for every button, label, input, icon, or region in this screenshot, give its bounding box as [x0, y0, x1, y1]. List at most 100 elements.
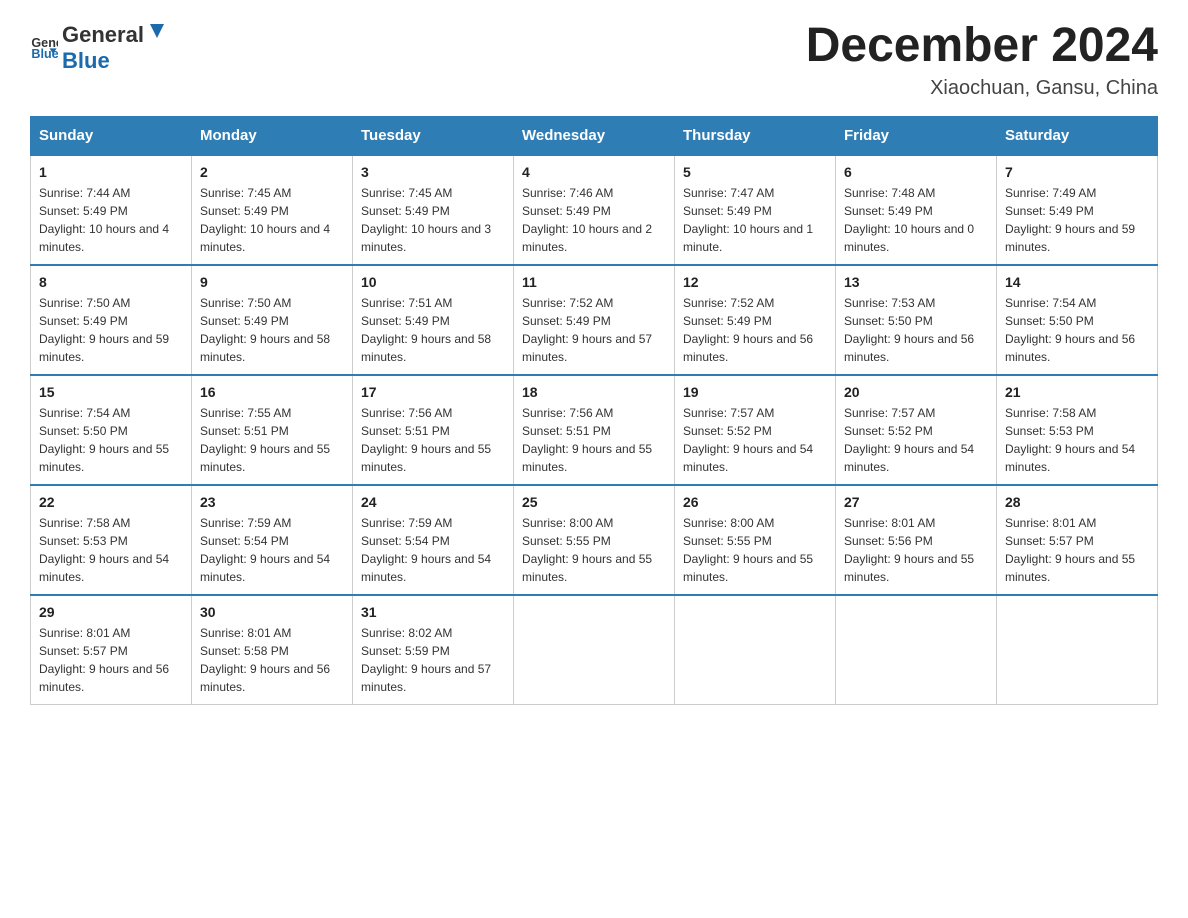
- calendar-cell: 14 Sunrise: 7:54 AMSunset: 5:50 PMDaylig…: [997, 265, 1158, 375]
- day-number: 5: [683, 164, 827, 180]
- day-number: 4: [522, 164, 666, 180]
- day-info: Sunrise: 7:44 AMSunset: 5:49 PMDaylight:…: [39, 186, 169, 254]
- col-header-tuesday: Tuesday: [353, 116, 514, 155]
- day-info: Sunrise: 7:50 AMSunset: 5:49 PMDaylight:…: [200, 296, 330, 364]
- day-number: 17: [361, 384, 505, 400]
- calendar-week-row: 8 Sunrise: 7:50 AMSunset: 5:49 PMDayligh…: [31, 265, 1158, 375]
- col-header-monday: Monday: [192, 116, 353, 155]
- calendar-cell: [514, 595, 675, 705]
- day-number: 8: [39, 274, 183, 290]
- calendar-table: SundayMondayTuesdayWednesdayThursdayFrid…: [30, 116, 1158, 706]
- calendar-cell: 27 Sunrise: 8:01 AMSunset: 5:56 PMDaylig…: [836, 485, 997, 595]
- day-number: 31: [361, 604, 505, 620]
- title-section: December 2024 Xiaochuan, Gansu, China: [806, 20, 1158, 100]
- calendar-cell: 17 Sunrise: 7:56 AMSunset: 5:51 PMDaylig…: [353, 375, 514, 485]
- day-info: Sunrise: 8:01 AMSunset: 5:56 PMDaylight:…: [844, 516, 974, 584]
- day-info: Sunrise: 7:58 AMSunset: 5:53 PMDaylight:…: [1005, 406, 1135, 474]
- day-info: Sunrise: 8:00 AMSunset: 5:55 PMDaylight:…: [522, 516, 652, 584]
- calendar-cell: 1 Sunrise: 7:44 AMSunset: 5:49 PMDayligh…: [31, 155, 192, 265]
- calendar-cell: 9 Sunrise: 7:50 AMSunset: 5:49 PMDayligh…: [192, 265, 353, 375]
- day-number: 18: [522, 384, 666, 400]
- day-number: 23: [200, 494, 344, 510]
- day-number: 10: [361, 274, 505, 290]
- day-number: 16: [200, 384, 344, 400]
- day-info: Sunrise: 7:52 AMSunset: 5:49 PMDaylight:…: [683, 296, 813, 364]
- day-number: 27: [844, 494, 988, 510]
- logo-icon: General Blue: [30, 33, 58, 61]
- day-info: Sunrise: 8:00 AMSunset: 5:55 PMDaylight:…: [683, 516, 813, 584]
- day-number: 26: [683, 494, 827, 510]
- day-info: Sunrise: 8:01 AMSunset: 5:57 PMDaylight:…: [39, 626, 169, 694]
- calendar-cell: 22 Sunrise: 7:58 AMSunset: 5:53 PMDaylig…: [31, 485, 192, 595]
- day-info: Sunrise: 7:50 AMSunset: 5:49 PMDaylight:…: [39, 296, 169, 364]
- col-header-saturday: Saturday: [997, 116, 1158, 155]
- day-number: 25: [522, 494, 666, 510]
- calendar-cell: [675, 595, 836, 705]
- day-number: 2: [200, 164, 344, 180]
- col-header-thursday: Thursday: [675, 116, 836, 155]
- day-info: Sunrise: 8:02 AMSunset: 5:59 PMDaylight:…: [361, 626, 491, 694]
- calendar-cell: 13 Sunrise: 7:53 AMSunset: 5:50 PMDaylig…: [836, 265, 997, 375]
- calendar-cell: 11 Sunrise: 7:52 AMSunset: 5:49 PMDaylig…: [514, 265, 675, 375]
- day-number: 21: [1005, 384, 1149, 400]
- calendar-cell: 18 Sunrise: 7:56 AMSunset: 5:51 PMDaylig…: [514, 375, 675, 485]
- day-info: Sunrise: 7:48 AMSunset: 5:49 PMDaylight:…: [844, 186, 974, 254]
- col-header-sunday: Sunday: [31, 116, 192, 155]
- calendar-cell: [997, 595, 1158, 705]
- calendar-cell: 26 Sunrise: 8:00 AMSunset: 5:55 PMDaylig…: [675, 485, 836, 595]
- day-number: 20: [844, 384, 988, 400]
- day-number: 7: [1005, 164, 1149, 180]
- day-number: 22: [39, 494, 183, 510]
- calendar-cell: 24 Sunrise: 7:59 AMSunset: 5:54 PMDaylig…: [353, 485, 514, 595]
- calendar-cell: 15 Sunrise: 7:54 AMSunset: 5:50 PMDaylig…: [31, 375, 192, 485]
- calendar-cell: [836, 595, 997, 705]
- day-number: 24: [361, 494, 505, 510]
- calendar-cell: 30 Sunrise: 8:01 AMSunset: 5:58 PMDaylig…: [192, 595, 353, 705]
- day-info: Sunrise: 7:47 AMSunset: 5:49 PMDaylight:…: [683, 186, 813, 254]
- calendar-cell: 29 Sunrise: 8:01 AMSunset: 5:57 PMDaylig…: [31, 595, 192, 705]
- day-info: Sunrise: 7:58 AMSunset: 5:53 PMDaylight:…: [39, 516, 169, 584]
- calendar-cell: 23 Sunrise: 7:59 AMSunset: 5:54 PMDaylig…: [192, 485, 353, 595]
- calendar-cell: 2 Sunrise: 7:45 AMSunset: 5:49 PMDayligh…: [192, 155, 353, 265]
- calendar-cell: 6 Sunrise: 7:48 AMSunset: 5:49 PMDayligh…: [836, 155, 997, 265]
- location-subtitle: Xiaochuan, Gansu, China: [806, 77, 1158, 100]
- day-info: Sunrise: 7:56 AMSunset: 5:51 PMDaylight:…: [361, 406, 491, 474]
- day-number: 6: [844, 164, 988, 180]
- calendar-cell: 3 Sunrise: 7:45 AMSunset: 5:49 PMDayligh…: [353, 155, 514, 265]
- day-number: 3: [361, 164, 505, 180]
- col-header-wednesday: Wednesday: [514, 116, 675, 155]
- calendar-cell: 12 Sunrise: 7:52 AMSunset: 5:49 PMDaylig…: [675, 265, 836, 375]
- day-info: Sunrise: 7:53 AMSunset: 5:50 PMDaylight:…: [844, 296, 974, 364]
- calendar-week-row: 1 Sunrise: 7:44 AMSunset: 5:49 PMDayligh…: [31, 155, 1158, 265]
- calendar-header-row: SundayMondayTuesdayWednesdayThursdayFrid…: [31, 116, 1158, 155]
- calendar-cell: 25 Sunrise: 8:00 AMSunset: 5:55 PMDaylig…: [514, 485, 675, 595]
- calendar-cell: 31 Sunrise: 8:02 AMSunset: 5:59 PMDaylig…: [353, 595, 514, 705]
- day-info: Sunrise: 7:55 AMSunset: 5:51 PMDaylight:…: [200, 406, 330, 474]
- day-number: 30: [200, 604, 344, 620]
- page-header: General Blue General Blue December 2024 …: [30, 20, 1158, 100]
- calendar-cell: 7 Sunrise: 7:49 AMSunset: 5:49 PMDayligh…: [997, 155, 1158, 265]
- day-number: 1: [39, 164, 183, 180]
- day-info: Sunrise: 7:54 AMSunset: 5:50 PMDaylight:…: [1005, 296, 1135, 364]
- logo-blue-text: Blue: [62, 48, 110, 73]
- logo: General Blue General Blue: [30, 20, 168, 74]
- day-info: Sunrise: 7:45 AMSunset: 5:49 PMDaylight:…: [361, 186, 491, 254]
- col-header-friday: Friday: [836, 116, 997, 155]
- day-number: 14: [1005, 274, 1149, 290]
- day-info: Sunrise: 7:45 AMSunset: 5:49 PMDaylight:…: [200, 186, 330, 254]
- day-info: Sunrise: 7:57 AMSunset: 5:52 PMDaylight:…: [844, 406, 974, 474]
- day-number: 9: [200, 274, 344, 290]
- logo-triangle-icon: [146, 20, 168, 42]
- calendar-week-row: 29 Sunrise: 8:01 AMSunset: 5:57 PMDaylig…: [31, 595, 1158, 705]
- svg-text:Blue: Blue: [31, 47, 58, 61]
- calendar-cell: 8 Sunrise: 7:50 AMSunset: 5:49 PMDayligh…: [31, 265, 192, 375]
- day-info: Sunrise: 7:51 AMSunset: 5:49 PMDaylight:…: [361, 296, 491, 364]
- day-info: Sunrise: 7:46 AMSunset: 5:49 PMDaylight:…: [522, 186, 652, 254]
- calendar-week-row: 22 Sunrise: 7:58 AMSunset: 5:53 PMDaylig…: [31, 485, 1158, 595]
- day-info: Sunrise: 8:01 AMSunset: 5:58 PMDaylight:…: [200, 626, 330, 694]
- calendar-cell: 5 Sunrise: 7:47 AMSunset: 5:49 PMDayligh…: [675, 155, 836, 265]
- day-number: 12: [683, 274, 827, 290]
- calendar-cell: 28 Sunrise: 8:01 AMSunset: 5:57 PMDaylig…: [997, 485, 1158, 595]
- day-info: Sunrise: 7:52 AMSunset: 5:49 PMDaylight:…: [522, 296, 652, 364]
- day-info: Sunrise: 7:54 AMSunset: 5:50 PMDaylight:…: [39, 406, 169, 474]
